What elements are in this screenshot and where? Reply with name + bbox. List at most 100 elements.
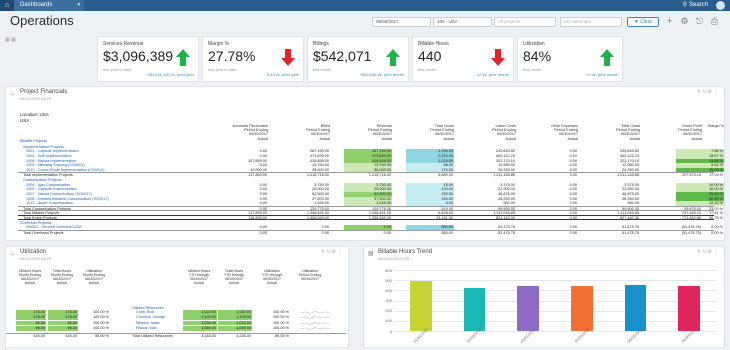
table-total-row: Total Entire Projects 118,859.00 1,358,559… [18, 215, 723, 220]
kpi-delta: +0 vs. prior month [585, 72, 618, 77]
table-cell: 440.00 [65, 333, 77, 338]
resource-name-link[interactable]: Coronus, George [136, 315, 180, 320]
table-cell: 100.00 % [92, 320, 109, 325]
row-label: Billable Projects [20, 139, 48, 143]
table-cell: 46.00 [48, 320, 78, 326]
table-cell: 0.00 [259, 231, 267, 235]
kpi-period: this month [313, 67, 332, 72]
table-cell: 1,089.00 [183, 325, 217, 331]
table-cell: 56.00 [16, 325, 46, 331]
kpi-delta: +$16,546 vs. prior month [359, 72, 404, 77]
table-row[interactable]: 56.00 56.00 100.00 % Pascal, Max 1,089.00 1,0… [6, 325, 346, 331]
collapse-icon[interactable]: ⌄ [10, 250, 15, 257]
subsidiary-filter-select[interactable]: 100 - USA [433, 17, 492, 27]
share-icon[interactable]: ⎋ [695, 16, 704, 27]
table-cell: 175.00 [48, 315, 78, 321]
table-row[interactable]: 175.00 175.00 100.00 % Coronus, George 1,103… [6, 315, 346, 321]
panel-tools[interactable]: ✎↻⚙⋮ [697, 89, 719, 95]
date-filter-input[interactable]: 06/30/2017 [372, 17, 431, 27]
clear-filters-button[interactable]: ▼ Clear [627, 17, 659, 27]
kpi-card[interactable]: Utilization 84% this month +0 vs. prior mon… [517, 36, 623, 82]
table-cell: 1,103.00 [183, 315, 217, 321]
table-cell: 1,022.00 [183, 310, 217, 315]
resource-name-link[interactable]: Newton, Isaac [136, 321, 180, 326]
panel-tools[interactable]: ✎↻⚙⋮ [321, 249, 343, 255]
user-avatar-icon[interactable] [716, 1, 725, 10]
chart-bar[interactable] [571, 285, 593, 331]
y-axis-tick-label: 500 [385, 277, 392, 283]
gridline [394, 270, 716, 271]
chart-bar[interactable] [678, 286, 700, 331]
kpi-title: Utilization [523, 41, 545, 47]
print-icon[interactable]: ⎙ [710, 16, 719, 27]
global-search-button[interactable]: ⚲ Search [683, 0, 708, 11]
table-cell: 4,248.00 [201, 333, 216, 338]
kpi-card[interactable]: Margin % 27.78% this year to date -5.10 vs.… [202, 36, 304, 82]
table-cell: 46.00 [16, 320, 46, 326]
home-icon[interactable]: ⌂ [0, 0, 14, 11]
chart-bar[interactable] [463, 287, 486, 331]
table-cell: 100.00 % [92, 315, 109, 320]
table-cell: 1,103.00 [218, 315, 252, 321]
location-label: Location: USA [20, 112, 49, 117]
gridline [394, 290, 716, 291]
table-row[interactable]: 46.00 46.00 100.00 % Newton, Isaac 1,034.00 1… [6, 320, 346, 326]
add-icon[interactable]: + [665, 16, 674, 27]
kpi-delta: -5.10 vs. prior year [265, 72, 299, 77]
panel-subtitle: 06/21/2019 03:29 [378, 256, 410, 261]
kpi-title: Billings [313, 41, 329, 47]
table-total-row: Total Implementation Projects 117,859.00 1… [18, 172, 723, 177]
sparkline [300, 311, 330, 314]
chart-bar[interactable] [410, 281, 432, 331]
kpi-value: $542,071 [313, 48, 372, 64]
gear-icon[interactable]: ⚙ [680, 16, 689, 27]
kpi-value: 27.78% [208, 48, 256, 64]
kpi-period: this month [418, 67, 437, 72]
table-row[interactable]: 175.00 175.00 100.00 % Cobb, Bob 1,022.00 1,0… [6, 310, 346, 315]
customer-filter-select[interactable]: All customers [560, 17, 622, 27]
resource-name-link[interactable]: Pascal, Max [136, 326, 180, 331]
column-header-line: Margin % [707, 124, 724, 128]
chart-bar[interactable] [517, 286, 539, 331]
layout-controls[interactable]: ▦ ▦ [5, 37, 16, 43]
panel-title: Project Financials [20, 89, 68, 95]
table-cell: 100.00 % [92, 325, 109, 330]
table-cell: 89.05 % [275, 333, 289, 338]
kpi-title: Margin % [208, 41, 230, 47]
sparkline [300, 327, 330, 330]
kpi-period: this year to date [208, 67, 237, 72]
table-cell: 51,475.75 [622, 231, 639, 235]
table-cell: 0.00 % [711, 231, 723, 235]
kpi-card[interactable]: Billable Hours 440 this month -12 vs. prior… [412, 36, 514, 82]
kpi-period: this year to date [103, 67, 132, 72]
chart-bar[interactable] [624, 284, 647, 331]
kpi-card[interactable]: Services Revenue $3,096,389 this year to d… [97, 36, 199, 82]
sparkline [300, 316, 330, 319]
kpi-title: Billable Hours [418, 41, 449, 47]
column-header: Utilization Month Ending 06/30/2017 Actual [78, 269, 110, 285]
sparkline [300, 321, 330, 325]
chevron-down-icon: ▾ [77, 2, 80, 8]
table-section-header: Billable Projects [18, 139, 714, 144]
table-cell: 550.00 [441, 231, 453, 235]
arrow-down-icon [281, 49, 295, 66]
panel-subtitle: 06/21/2019 03:29 [20, 256, 52, 261]
column-header: Utilization Period Ending 06/30/2017 [292, 269, 328, 281]
resource-name-link[interactable]: Cobb, Bob [136, 310, 180, 315]
arrow-up-icon [600, 49, 614, 66]
collapse-icon[interactable]: ⌄ [10, 90, 15, 97]
arrow-down-icon [491, 49, 505, 66]
column-header-line: Actual [229, 281, 239, 285]
arrow-up-icon [176, 49, 190, 66]
project-filter-select[interactable]: All projects [494, 17, 556, 27]
kpi-card[interactable]: Billings $542,071 this month +$16,546 vs. p… [307, 36, 409, 82]
panel-tools[interactable]: ✎↻⚙⋮ [697, 249, 719, 255]
dashboards-menu[interactable]: Dashboards ▾ [14, 0, 84, 11]
kpi-delta: +$1,541,320 vs. prior year [147, 72, 194, 77]
y-axis-tick-label: 300 [385, 298, 392, 303]
project-financials-panel: ⌄ Project Financials 06/21/2019 03:29 ✎↻… [5, 86, 725, 241]
y-axis-tick-label: 200 [385, 308, 392, 314]
column-header: Utilized Hours YTD through 06/30/2017 Actua… [181, 269, 217, 285]
kpi-value: 84% [523, 48, 552, 64]
table-total-row: 440.00 440.00 84.00 % Total Utilized Resour… [6, 332, 346, 338]
